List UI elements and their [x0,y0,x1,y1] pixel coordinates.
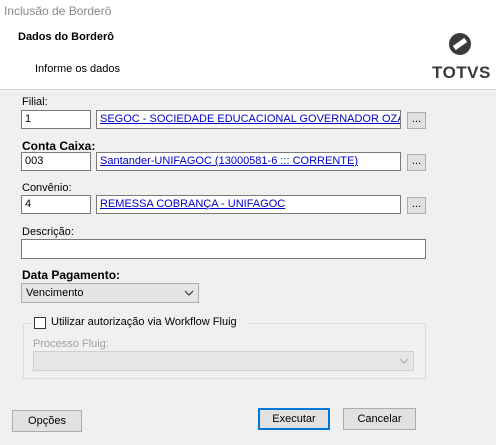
brand-name: TOTVS [432,63,491,82]
title-bar: Inclusão de Borderô [0,0,496,22]
execute-button[interactable]: Executar [258,408,330,430]
cancel-button[interactable]: Cancelar [343,408,416,430]
convenio-description-field[interactable]: REMESSA COBRANÇA - UNIFAGOC [96,195,401,214]
filial-label: Filial: [22,96,48,108]
processo-fluig-label: Processo Fluig: [33,338,109,350]
conta-caixa-code-input[interactable]: 003 [21,152,91,171]
filial-description-field[interactable]: SEGOC - SOCIEDADE EDUCACIONAL GOVERNADOR… [96,110,401,129]
workflow-checkbox[interactable] [34,317,46,329]
totvs-logo: TOTVS [432,32,491,82]
conta-caixa-description-field[interactable]: Santander-UNIFAGOC (13000581-6 ::: CORRE… [96,152,401,171]
workflow-checkbox-label: Utilizar autorização via Workflow Fluig [51,316,237,328]
descricao-input[interactable] [21,239,426,259]
data-pagamento-select[interactable]: Vencimento [21,283,199,303]
convenio-lookup-button[interactable]: ... [407,197,426,214]
processo-fluig-select[interactable] [33,351,414,371]
header-panel: Dados do Borderô Informe os dados TOTVS [0,22,496,90]
header-title: Dados do Borderô [18,31,114,43]
descricao-label: Descrição: [22,226,74,238]
workflow-checkbox-row[interactable]: Utilizar autorização via Workflow Fluig [31,316,247,330]
filial-code-input[interactable]: 1 [21,110,91,129]
chevron-down-icon [184,290,194,296]
header-subtitle: Informe os dados [35,63,120,75]
chevron-down-icon [399,358,409,364]
convenio-label: Convênio: [22,182,72,194]
options-button[interactable]: Opções [12,410,82,432]
conta-caixa-lookup-button[interactable]: ... [407,154,426,171]
conta-caixa-label: Conta Caixa: [22,139,96,153]
window-title: Inclusão de Borderô [4,4,112,18]
convenio-code-input[interactable]: 4 [21,195,91,214]
filial-lookup-button[interactable]: ... [407,112,426,129]
data-pagamento-value: Vencimento [26,287,84,299]
totvs-logo-icon [449,33,471,55]
data-pagamento-label: Data Pagamento: [22,268,121,282]
